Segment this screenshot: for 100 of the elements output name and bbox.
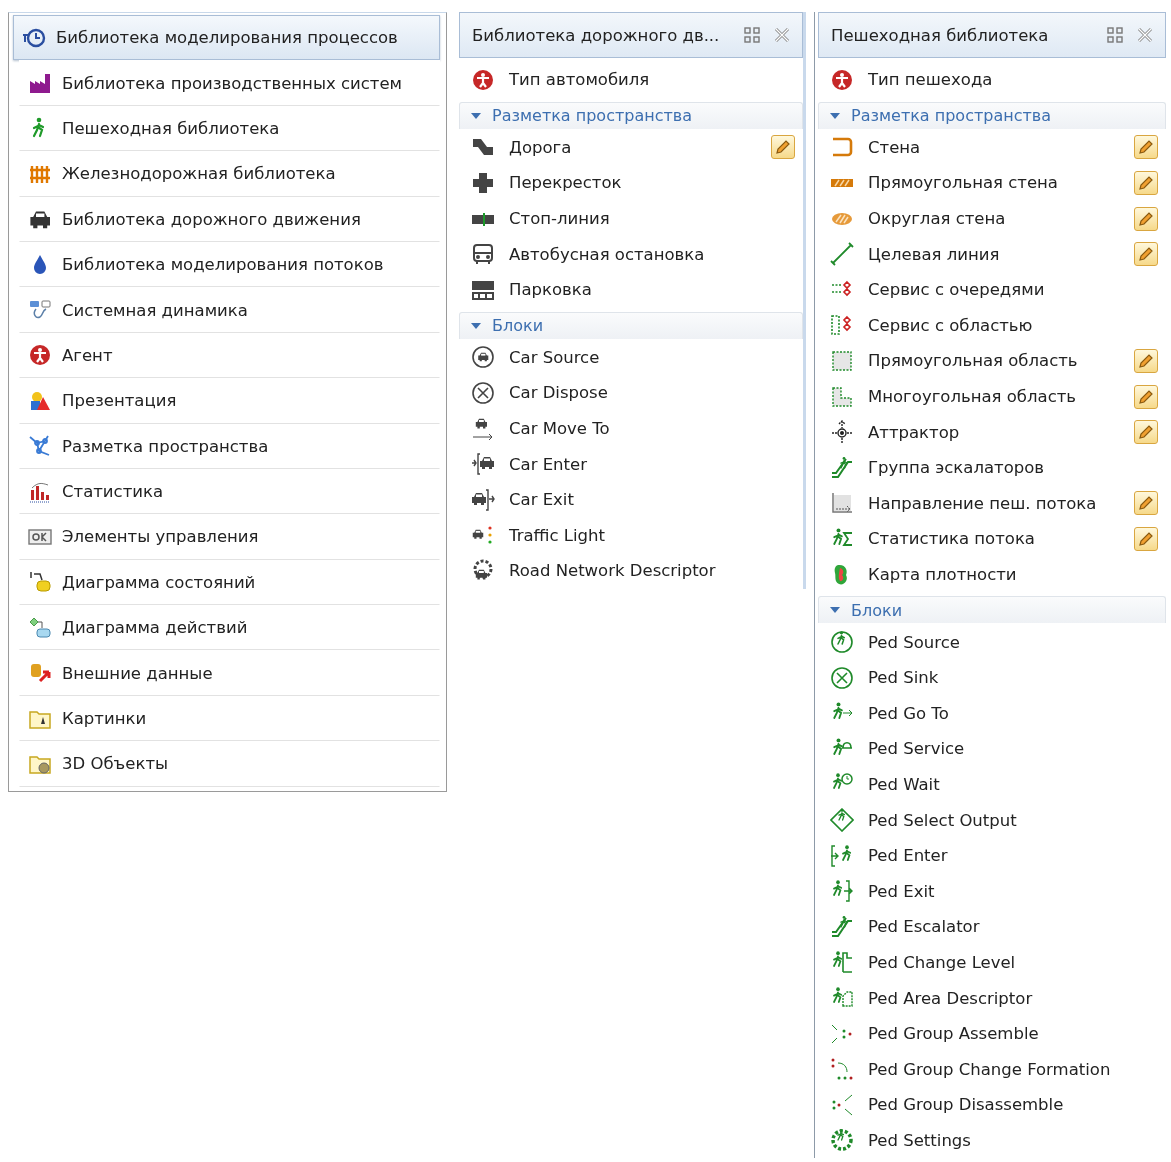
section-header[interactable]: Разметка пространства	[459, 101, 803, 129]
car-arrow-icon	[471, 416, 495, 441]
gear-walker-icon	[830, 1128, 854, 1153]
palette-item[interactable]: Ped Select Output	[818, 802, 1166, 838]
palette-item[interactable]: Ped Group Disassemble	[818, 1087, 1166, 1123]
edit-button[interactable]	[1134, 384, 1158, 409]
target-line-icon	[830, 242, 854, 267]
palette-item[interactable]: Сервис с областью	[818, 307, 1166, 344]
walker-exit-icon	[830, 879, 854, 904]
palette-item[interactable]: Car Enter	[459, 446, 803, 482]
palette-item[interactable]: Car Source	[459, 339, 803, 376]
flow-direction-icon	[830, 491, 854, 516]
escalator-icon	[830, 914, 854, 939]
library-item[interactable]: Библиотека моделирования процессов	[13, 15, 440, 61]
walker-enter-icon	[830, 843, 854, 868]
palette-item[interactable]: Ped Area Descriptor	[818, 980, 1166, 1016]
person-badge-icon	[471, 67, 495, 92]
edit-button[interactable]	[1134, 420, 1158, 445]
car-enter-icon	[471, 452, 495, 477]
palette-item[interactable]: Прямоугольная стена	[818, 165, 1166, 201]
circle-x-icon	[471, 380, 495, 405]
section-header[interactable]: Разметка пространства	[818, 101, 1166, 129]
palette-item[interactable]: Тип автомобиля	[459, 62, 803, 98]
dots-arrow-icon	[830, 1057, 854, 1082]
section-title: Разметка пространства	[492, 106, 693, 126]
palette-item[interactable]: Car Move To	[459, 410, 803, 447]
palette-item[interactable]: Целевая линия	[818, 236, 1166, 272]
pencil-icon	[1137, 423, 1155, 442]
panel-title: Пешеходная библиотека	[831, 25, 1050, 45]
palette-item[interactable]: Ped Go To	[818, 695, 1166, 732]
escalator-icon	[830, 455, 854, 480]
edit-button[interactable]	[771, 135, 795, 160]
car-exit-icon	[471, 487, 495, 512]
circle-x-icon	[830, 665, 854, 690]
palette-item[interactable]: Ped Exit	[818, 873, 1166, 910]
edit-button[interactable]	[1134, 242, 1158, 267]
section-header[interactable]: Блоки	[459, 311, 803, 339]
section-title: Блоки	[851, 600, 903, 620]
palette-item[interactable]: Ped Settings	[818, 1122, 1166, 1159]
section-title: Блоки	[492, 316, 544, 336]
palette-item[interactable]: Стоп-линия	[459, 200, 803, 237]
pencil-icon	[1137, 138, 1155, 157]
crossroad-icon	[471, 171, 495, 195]
palette-item[interactable]: Стена	[818, 129, 1166, 166]
pencil-icon	[774, 138, 792, 157]
section-title: Разметка пространства	[851, 106, 1052, 126]
edit-button[interactable]	[1134, 526, 1158, 551]
factory-icon	[28, 71, 52, 96]
pencil-icon	[1137, 245, 1155, 264]
palette-item[interactable]: Ped Change Level	[818, 944, 1166, 981]
bus-icon	[471, 242, 495, 267]
palette-item[interactable]: Тип пешехода	[818, 62, 1166, 98]
palette-item[interactable]: Перекресток	[459, 165, 803, 201]
pencil-icon	[1137, 494, 1155, 513]
palette-item[interactable]: Аттрактор	[818, 414, 1166, 450]
palette-item[interactable]: Ped Group Change Formation	[818, 1051, 1166, 1088]
service-area-icon	[830, 313, 854, 338]
attractor-icon	[830, 420, 854, 445]
palette-item[interactable]: Парковка	[459, 271, 803, 308]
dashed-square-icon	[830, 348, 854, 373]
palette-item[interactable]: Многоугольная область	[818, 378, 1166, 415]
car-circle-icon	[471, 345, 495, 370]
dots-diverge-icon	[830, 1092, 854, 1117]
section-header[interactable]: Блоки	[818, 596, 1166, 624]
palette-item[interactable]: Car Dispose	[459, 375, 803, 411]
palette-item[interactable]: Ped Source	[818, 624, 1166, 660]
person-badge-icon	[830, 67, 854, 92]
person-badge-icon	[28, 343, 52, 368]
edit-button[interactable]	[1134, 135, 1158, 160]
palette-item[interactable]: Car Exit	[459, 481, 803, 518]
palette-item[interactable]: Ped Sink	[818, 659, 1166, 696]
palette-item[interactable]: Road Network Descriptor	[459, 553, 803, 589]
palette-item[interactable]: Дорога	[459, 129, 803, 166]
palette-item[interactable]: Traffic Light	[459, 517, 803, 554]
palette-item[interactable]: Автобусная остановка	[459, 236, 803, 272]
edit-button[interactable]	[1134, 206, 1158, 231]
palette-item[interactable]: Округлая стена	[818, 200, 1166, 237]
grid-view-button[interactable]	[1105, 25, 1125, 45]
palette-item[interactable]: Статистика потока	[818, 521, 1166, 557]
palette-item[interactable]: Прямоугольная область	[818, 343, 1166, 379]
palette-item[interactable]: Карта плотности	[818, 556, 1166, 593]
palette-item[interactable]: Ped Group Assemble	[818, 1015, 1166, 1052]
palette-item[interactable]: Ped Wait	[818, 766, 1166, 803]
walker-circle-icon	[830, 630, 854, 655]
palette-item[interactable]: Группа эскалаторов	[818, 449, 1166, 486]
palette-item[interactable]: Направление пеш. потока	[818, 485, 1166, 522]
dashed-polygon-icon	[830, 384, 854, 409]
palette-item[interactable]: Ped Service	[818, 731, 1166, 767]
pencil-icon	[1137, 174, 1155, 192]
grid-view-button[interactable]	[742, 25, 762, 45]
edit-button[interactable]	[1134, 171, 1158, 195]
palette-item[interactable]: Сервис с очередями	[818, 271, 1166, 308]
edit-button[interactable]	[1134, 348, 1158, 373]
walker-stairs-icon	[830, 950, 854, 975]
palette-item[interactable]: Ped Escalator	[818, 909, 1166, 945]
state-chart-icon	[28, 570, 52, 595]
edit-button[interactable]	[1134, 491, 1158, 516]
walker-diamond-icon	[830, 808, 854, 833]
flowchart-icon	[28, 615, 52, 640]
palette-item[interactable]: Ped Enter	[818, 837, 1166, 874]
